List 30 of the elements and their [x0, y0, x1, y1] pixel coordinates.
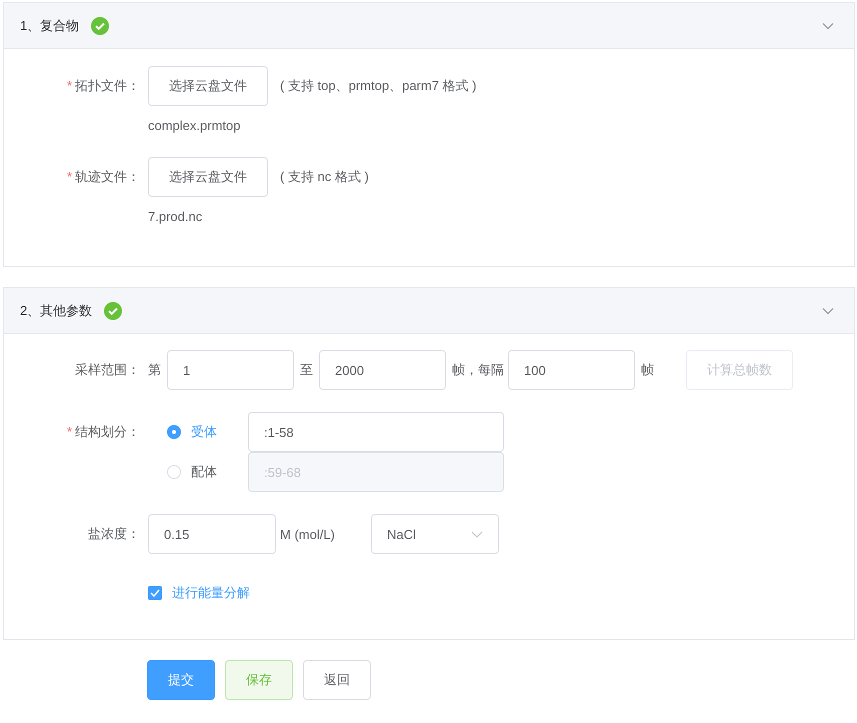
file-name: 7.prod.nc	[148, 209, 202, 224]
field-label: * 轨迹文件：	[66, 168, 141, 186]
unit-label: M (mol/L)	[280, 526, 336, 542]
residue-range-field[interactable]: :1-58	[248, 412, 504, 452]
field-label: 盐浓度：	[87, 525, 141, 543]
range-text: 帧，每隔	[452, 361, 504, 379]
format-hint: ( 支持 nc 格式 )	[280, 168, 369, 186]
field-label: 采样范围：	[74, 361, 141, 379]
interval-field[interactable]: 100	[508, 350, 635, 390]
range-text: 第	[148, 361, 161, 379]
start-frame-field[interactable]: 1	[167, 350, 294, 390]
field-label: * 结构划分：	[66, 423, 141, 441]
chevron-icon	[471, 530, 483, 538]
salt-select[interactable]: NaCl	[371, 514, 499, 554]
field-label: * 拓扑文件：	[66, 77, 141, 95]
salt-concentration-field[interactable]: 0.15	[148, 514, 276, 554]
end-frame-field[interactable]: 2000	[319, 350, 446, 390]
action-button[interactable]: 返回	[303, 660, 371, 700]
radio-icon[interactable]	[167, 425, 181, 439]
section-header[interactable]: 1、复合物	[4, 3, 854, 49]
range-text: 至	[300, 361, 313, 379]
checkbox[interactable]	[148, 586, 162, 600]
range-text: 帧	[641, 361, 654, 379]
chevron-icon[interactable]	[822, 22, 834, 30]
format-hint: ( 支持 top、prmtop、parm7 格式 )	[280, 77, 476, 95]
section-header[interactable]: 2、其他参数	[4, 288, 854, 334]
choose-file-button[interactable]: 选择云盘文件	[148, 66, 268, 106]
file-name: complex.prmtop	[148, 118, 240, 133]
choose-file-button[interactable]: 选择云盘文件	[148, 157, 268, 197]
chevron-icon[interactable]	[822, 306, 834, 314]
